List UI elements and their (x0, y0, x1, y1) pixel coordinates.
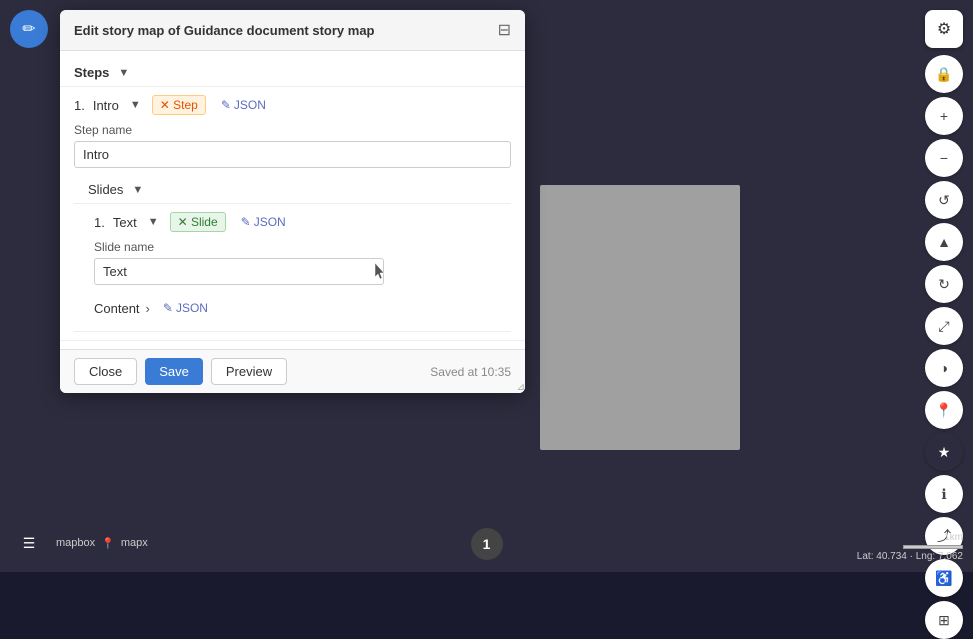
steps-chevron-button[interactable]: ▼ (115, 66, 132, 80)
step-expand-button[interactable]: ▼ (127, 98, 144, 112)
slide-text-row: 1. Text ▼ ✕ Slide ✎ JSON (94, 212, 491, 232)
scale-label: 1km (944, 532, 963, 543)
pin-icon: 📍 (101, 537, 115, 550)
preview-button[interactable]: Preview (211, 358, 287, 385)
dialog-body: Steps ▼ 1. Intro ▼ ✕ Step ✎ JSON Step na… (60, 51, 525, 349)
map-scale-bar: 1km Lat: 40.734 · Lng: 7.062 (857, 532, 963, 562)
contrast-button[interactable]: ◑ (925, 349, 963, 387)
compass-button[interactable]: ▲ (925, 223, 963, 261)
location-button[interactable]: 📍 (925, 391, 963, 429)
content-json-button[interactable]: ✎ JSON (156, 299, 215, 317)
bottom-left-bar: ☰ mapbox 📍 mapx (10, 524, 148, 562)
step-name-label: Intro (93, 98, 119, 113)
slide-text-container: 1. Text ▼ ✕ Slide ✎ JSON Slide name C (74, 204, 511, 332)
slide-name-label: Text (113, 215, 137, 230)
coordinates-label: Lat: 40.734 · Lng: 7.062 (857, 551, 963, 562)
pencil-icon: ✎ (221, 98, 231, 112)
dialog-footer: Close Save Preview Saved at 10:35 (60, 349, 525, 393)
slide-json-label: JSON (254, 215, 286, 229)
slides-section-header: Slides ▼ (74, 176, 511, 204)
dialog-title: Edit story map of Guidance document stor… (74, 23, 375, 38)
pencil-icon: ✏ (22, 19, 35, 39)
dialog-header: Edit story map of Guidance document stor… (60, 10, 525, 51)
edit-mode-button[interactable]: ✏ (10, 10, 48, 48)
mapx-label: mapx (121, 537, 148, 549)
list-button[interactable]: ☰ (10, 524, 48, 562)
step-json-button[interactable]: ✎ JSON (214, 96, 273, 114)
info-button[interactable]: ℹ (925, 475, 963, 513)
gear-icon: ⚙ (937, 19, 951, 39)
step-number-label: 1. (74, 98, 85, 113)
mapbox-label: mapbox (56, 537, 95, 549)
step-name-field-group: Step name (74, 123, 511, 168)
step-intro-container: 1. Intro ▼ ✕ Step ✎ JSON Step name Slide… (60, 87, 525, 341)
scale-line (903, 545, 963, 549)
content-json-label: JSON (176, 301, 208, 315)
step-intro-row: 1. Intro ▼ ✕ Step ✎ JSON (74, 95, 511, 115)
close-button[interactable]: Close (74, 358, 137, 385)
attribution: mapbox 📍 mapx (56, 537, 148, 550)
step-number: 1 (471, 528, 503, 560)
lock-button[interactable]: 🔒 (925, 55, 963, 93)
slide-name-field-label: Slide name (94, 240, 491, 254)
saved-status: Saved at 10:35 (430, 365, 511, 379)
save-button[interactable]: Save (145, 358, 203, 385)
star-button[interactable]: ★ (925, 433, 963, 471)
step-name-field-label: Step name (74, 123, 511, 137)
edit-story-map-dialog: Edit story map of Guidance document stor… (60, 10, 525, 393)
list-icon: ☰ (23, 535, 36, 552)
expand-button[interactable]: ⤢ (925, 307, 963, 345)
map-preview-rect (540, 185, 740, 450)
resize-handle[interactable]: ⊿ (513, 381, 525, 393)
slide-name-field-group: Slide name (94, 240, 491, 285)
step-name-input[interactable] (74, 141, 511, 168)
slide-json-button[interactable]: ✎ JSON (234, 213, 293, 231)
step-tag-button[interactable]: ✕ Step (152, 95, 206, 115)
zoom-out-button[interactable]: − (925, 139, 963, 177)
layers-button[interactable]: ⊞ (925, 601, 963, 639)
rotate-button[interactable]: ↻ (925, 265, 963, 303)
accessibility-button[interactable]: ♿ (925, 559, 963, 597)
settings-button[interactable]: ⚙ (925, 10, 963, 48)
steps-label: Steps (74, 65, 109, 80)
zoom-in-button[interactable]: + (925, 97, 963, 135)
slides-label: Slides (88, 182, 123, 197)
pencil-icon: ✎ (163, 301, 173, 315)
step-indicator: 1 (471, 528, 503, 560)
slide-number-label: 1. (94, 215, 105, 230)
content-row: Content › ✎ JSON (94, 293, 491, 323)
slide-name-input[interactable] (94, 258, 384, 285)
step-json-label: JSON (234, 98, 266, 112)
steps-section-header: Steps ▼ (60, 59, 525, 87)
slides-chevron-button[interactable]: ▼ (129, 183, 146, 197)
slide-tag-button[interactable]: ✕ Slide (170, 212, 226, 232)
footer-action-buttons: Close Save Preview (74, 358, 287, 385)
refresh-button[interactable]: ↺ (925, 181, 963, 219)
content-label: Content (94, 301, 140, 316)
slide-expand-button[interactable]: ▼ (145, 215, 162, 229)
dialog-minimize-button[interactable]: ⊟ (498, 20, 511, 40)
pencil-icon: ✎ (241, 215, 251, 229)
content-chevron-icon: › (146, 301, 150, 316)
